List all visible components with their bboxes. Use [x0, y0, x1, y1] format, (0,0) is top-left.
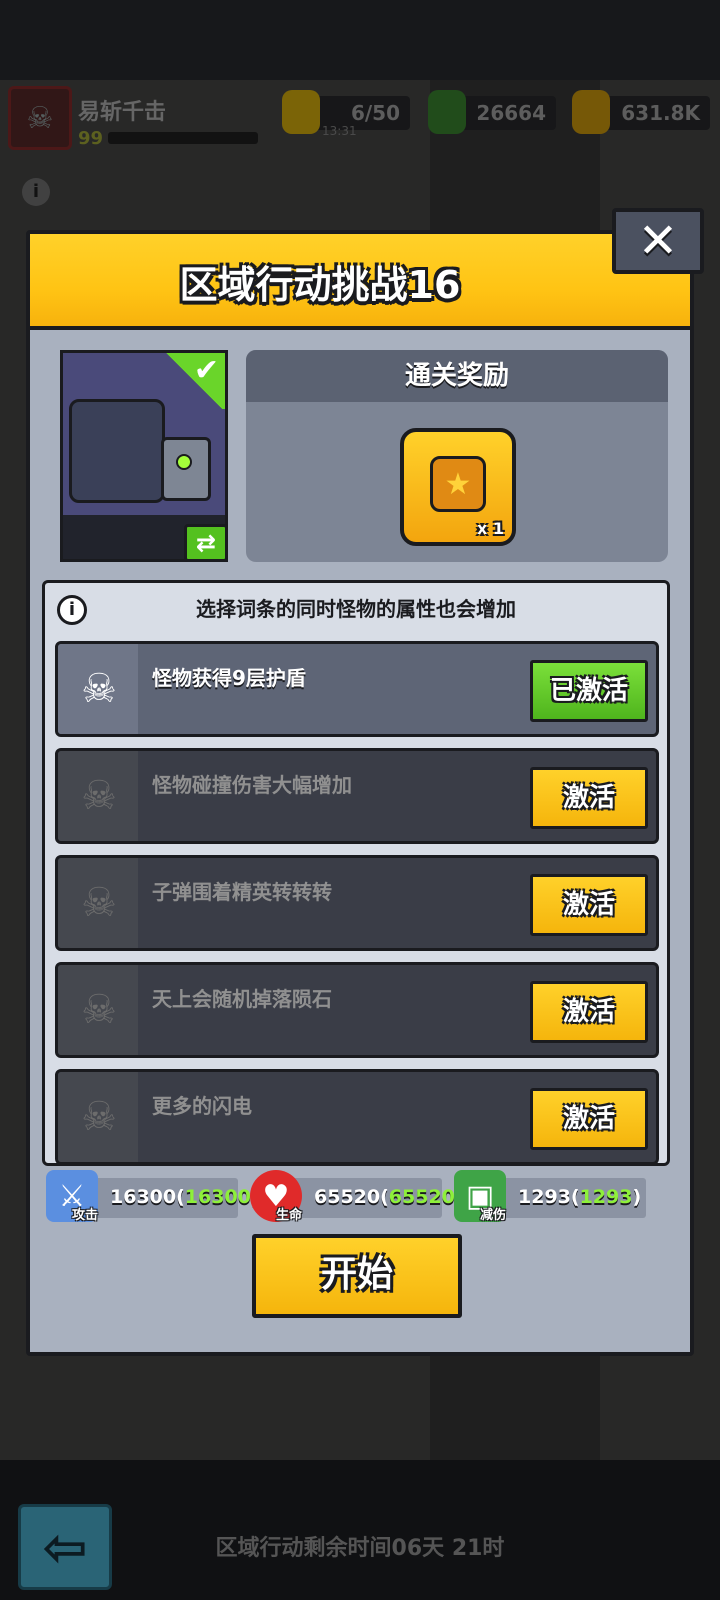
reduction-base: 1293(	[518, 1186, 580, 1208]
attack-label: 攻击	[72, 1208, 99, 1223]
modifier-activate-button[interactable]: 激活	[530, 1088, 648, 1150]
skull-mask-icon: ☠	[81, 1094, 117, 1140]
reward-heading: 通关奖励	[246, 350, 668, 402]
skull-mask-icon: ☠	[81, 773, 117, 819]
modifier-row: ☠ 更多的闪电 激活	[55, 1069, 659, 1163]
attack-bonus: 16300	[184, 1186, 251, 1208]
modifier-text: 怪物碰撞伤害大幅增加	[152, 773, 352, 797]
health-base: 65520(	[314, 1186, 389, 1208]
modifier-text: 子弹围着精英转转转	[152, 880, 332, 904]
modifier-icon-cell: ☠	[58, 965, 138, 1055]
health-value: 65520(65520)	[314, 1186, 464, 1208]
status-area	[0, 0, 720, 80]
attack-value: 16300(16300)	[110, 1186, 260, 1208]
close-icon: ✕	[637, 213, 679, 269]
modifier-row: ☠ 怪物碰撞伤害大幅增加 激活	[55, 748, 659, 844]
modifier-icon-cell: ☠	[58, 644, 138, 734]
reduction-close: )	[632, 1186, 642, 1208]
attack-stat: ⚔ 攻击 16300(16300)	[46, 1170, 260, 1223]
skull-mask-icon: ☠	[81, 880, 117, 926]
attack-base: 16300(	[110, 1186, 185, 1208]
modifier-activate-button[interactable]: 激活	[530, 981, 648, 1043]
skull-mask-icon: ☠	[81, 987, 117, 1033]
thumbnail-rock	[69, 399, 165, 503]
modifiers-note: 选择词条的同时怪物的属性也会增加	[196, 597, 516, 621]
refresh-icon: ⇄	[195, 529, 217, 557]
reward-panel: 通关奖励 ★ x 1	[246, 350, 668, 562]
modifier-activated-button[interactable]: 已激活	[530, 660, 648, 722]
thumbnail-robot	[161, 437, 211, 501]
robot-eye	[176, 454, 192, 470]
dialog-header: 区域行动挑战16	[30, 234, 690, 330]
modifier-text: 天上会随机掉落陨石	[152, 987, 332, 1011]
modifier-activate-button[interactable]: 激活	[530, 874, 648, 936]
reduction-bonus: 1293	[579, 1186, 633, 1208]
star-badge-icon: ★	[430, 456, 486, 512]
modifier-icon-cell: ☠	[58, 858, 138, 948]
health-label: 生命	[276, 1208, 303, 1223]
modifier-row: ☠ 天上会随机掉落陨石 激活	[55, 962, 659, 1058]
skull-mask-icon: ☠	[81, 666, 117, 712]
reduction-label: 减伤	[480, 1208, 507, 1223]
reward-item[interactable]: ★ x 1	[400, 428, 516, 546]
reduction-value: 1293(1293)	[518, 1186, 641, 1208]
modifier-text: 怪物获得9层护盾	[152, 666, 306, 690]
health-stat: ♥ 生命 65520(65520)	[250, 1170, 464, 1223]
swap-level-button[interactable]: ⇄	[184, 524, 228, 562]
modifier-activate-button[interactable]: 激活	[530, 767, 648, 829]
modifier-row: ☠ 子弹围着精英转转转 激活	[55, 855, 659, 951]
checkmark-icon: ✔	[163, 353, 225, 409]
reduction-stat: ▣ 减伤 1293(1293)	[454, 1170, 646, 1223]
modifier-row: ☠ 怪物获得9层护盾 已激活	[55, 641, 659, 737]
health-bonus: 65520	[388, 1186, 455, 1208]
modifier-text: 更多的闪电	[152, 1094, 252, 1118]
modifier-icon-cell: ☠	[58, 1072, 138, 1162]
close-button[interactable]: ✕	[612, 208, 704, 274]
challenge-dialog: 区域行动挑战16 ✔ ⇄ 通关奖励 ★ x 1 i 选择词条的同时怪物的属性也会…	[26, 230, 694, 1356]
reward-quantity: x 1	[476, 519, 504, 538]
modifier-icon-cell: ☠	[58, 751, 138, 841]
dialog-title: 区域行动挑战16	[179, 263, 461, 307]
start-button[interactable]: 开始	[252, 1234, 462, 1318]
modifiers-panel: i 选择词条的同时怪物的属性也会增加 ☠ 怪物获得9层护盾 已激活 ☠ 怪物碰撞…	[42, 580, 670, 1166]
remaining-time-text: 区域行动剩余时间06天 21时	[215, 1536, 505, 1561]
